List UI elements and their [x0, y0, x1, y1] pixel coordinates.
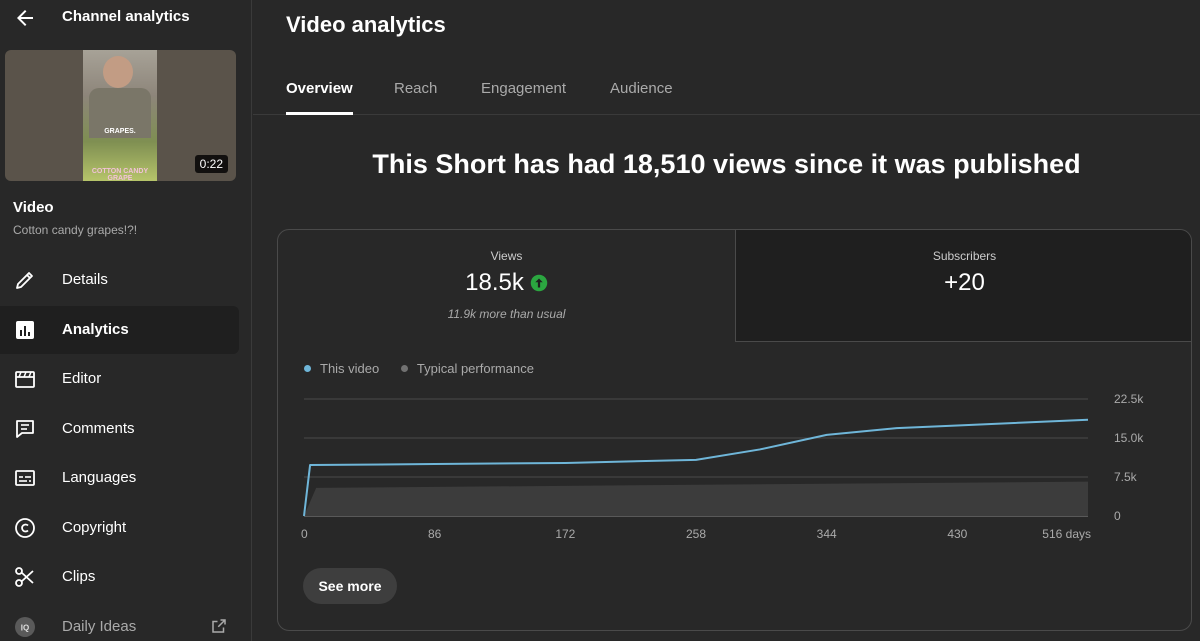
x-tick-label: 0 [301, 527, 308, 541]
x-tick-label: 86 [428, 527, 442, 541]
svg-text:IQ: IQ [21, 624, 29, 633]
sidebar-item-label: Languages [62, 469, 137, 486]
sidebar: Channel analytics GRAPES. COTTON CANDY G… [0, 0, 252, 641]
y-tick-label: 22.5k [1114, 392, 1144, 406]
analytics-icon [16, 321, 34, 339]
sidebar-item-label: Copyright [62, 519, 127, 536]
this-video-dot-icon [304, 365, 311, 372]
thumbnail-caption-2: COTTON CANDY GRAPE [91, 168, 149, 181]
tab-bar: Overview Reach Engagement Audience [253, 60, 1200, 115]
y-tick-label: 15.0k [1114, 431, 1144, 445]
copyright-icon [15, 518, 35, 538]
video-thumbnail[interactable]: GRAPES. COTTON CANDY GRAPE 0:22 [5, 50, 236, 181]
views-chart[interactable]: 0 7.5k 15.0k 22.5k 0 86 172 258 344 430 516 days [278, 380, 1192, 555]
sidebar-item-label: Clips [62, 568, 96, 585]
sidebar-item-label: Comments [62, 420, 135, 437]
subscribers-metric[interactable]: Subscribers +20 [735, 230, 1191, 342]
comment-icon [16, 420, 34, 438]
sidebar-item-details[interactable]: Details [0, 256, 239, 304]
sidebar-item-label: Daily Ideas [62, 618, 137, 635]
chart-legend: This video Typical performance [304, 360, 552, 376]
tab-reach[interactable]: Reach [394, 80, 437, 115]
typical-dot-icon [400, 365, 408, 372]
tab-overview[interactable]: Overview [286, 80, 353, 115]
x-tick-label: 516 days [1042, 527, 1091, 541]
clapperboard-icon [15, 371, 35, 388]
page-title: Video analytics [286, 12, 446, 37]
back-arrow-icon[interactable] [13, 6, 37, 30]
x-tick-label: 344 [817, 527, 837, 541]
sidebar-item-comments[interactable]: Comments [0, 405, 239, 453]
sidebar-item-label: Details [62, 271, 108, 288]
legend-typical: Typical performance [400, 361, 534, 376]
sidebar-item-copyright[interactable]: Copyright [0, 504, 239, 552]
sidebar-item-daily-ideas[interactable]: IQ Daily Ideas [0, 603, 239, 641]
thumbnail-image: GRAPES. COTTON CANDY GRAPE [83, 50, 157, 181]
metrics-card: Views 18.5k 11.9k more than usual Subscr… [277, 229, 1192, 631]
sidebar-item-clips[interactable]: Clips [0, 553, 239, 601]
sidebar-item-analytics[interactable]: Analytics [0, 306, 239, 354]
x-tick-label: 430 [947, 527, 967, 541]
subscribers-value: +20 [944, 269, 985, 296]
video-title: Cotton candy grapes!?! [13, 223, 138, 237]
typical-performance-area [304, 481, 1088, 516]
thumbnail-caption: GRAPES. [104, 128, 136, 135]
sidebar-item-label: Analytics [62, 321, 129, 338]
summary-headline: This Short has had 18,510 views since it… [372, 149, 1081, 179]
see-more-button[interactable]: See more [303, 568, 397, 604]
scissors-icon [15, 567, 34, 587]
y-tick-label: 7.5k [1114, 470, 1138, 484]
sidebar-header: Channel analytics [0, 0, 252, 36]
views-comparison: 11.9k more than usual [447, 307, 566, 321]
y-tick-label: 0 [1114, 509, 1121, 523]
video-label: Video [13, 199, 54, 216]
x-tick-label: 258 [686, 527, 706, 541]
external-link-icon[interactable] [210, 617, 228, 635]
pencil-icon [16, 272, 33, 289]
legend-this-video: This video [304, 361, 379, 376]
x-tick-label: 172 [555, 527, 575, 541]
views-value: 18.5k [465, 269, 524, 296]
arrow-up-icon [530, 274, 548, 292]
tab-engagement[interactable]: Engagement [481, 80, 566, 115]
sidebar-item-languages[interactable]: Languages [0, 454, 239, 502]
views-label: Views [490, 249, 523, 263]
subscribers-label: Subscribers [932, 249, 997, 263]
sidebar-item-label: Editor [62, 370, 102, 387]
sidebar-item-editor[interactable]: Editor [0, 355, 239, 403]
tab-audience[interactable]: Audience [610, 80, 673, 115]
duration-badge: 0:22 [194, 155, 228, 173]
iq-icon: IQ [15, 617, 35, 637]
main-content: Video analytics Overview Reach Engagemen… [253, 0, 1200, 641]
views-metric[interactable]: Views 18.5k 11.9k more than usual [278, 230, 735, 342]
subtitles-icon [15, 470, 35, 486]
sidebar-title: Channel analytics [62, 8, 190, 25]
